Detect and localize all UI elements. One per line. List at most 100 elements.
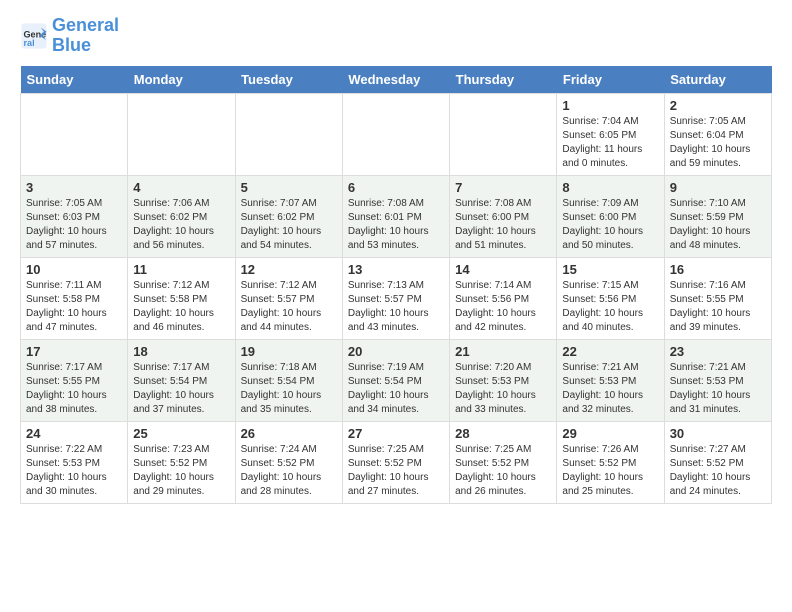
day-info: Sunrise: 7:07 AM Sunset: 6:02 PM Dayligh… [241, 197, 337, 253]
day-number: 28 [455, 426, 551, 441]
day-number: 1 [562, 98, 658, 113]
week-row-1: 1 Sunrise: 7:04 AM Sunset: 6:05 PM Daylig… [21, 93, 772, 175]
day-cell-20: 20 Sunrise: 7:19 AM Sunset: 5:54 PM Dayli… [342, 339, 449, 421]
day-number: 3 [26, 180, 122, 195]
day-info: Sunrise: 7:21 AM Sunset: 5:53 PM Dayligh… [670, 361, 766, 417]
day-cell-10: 10 Sunrise: 7:11 AM Sunset: 5:58 PM Dayli… [21, 257, 128, 339]
weekday-header-row: SundayMondayTuesdayWednesdayThursdayFrid… [21, 66, 772, 94]
day-info: Sunrise: 7:17 AM Sunset: 5:54 PM Dayligh… [133, 361, 229, 417]
logo: Gene ral GeneralBlue [20, 16, 119, 56]
day-info: Sunrise: 7:20 AM Sunset: 5:53 PM Dayligh… [455, 361, 551, 417]
day-number: 21 [455, 344, 551, 359]
logo-text: GeneralBlue [52, 16, 119, 56]
day-number: 9 [670, 180, 766, 195]
weekday-header-thursday: Thursday [450, 66, 557, 94]
day-cell-8: 8 Sunrise: 7:09 AM Sunset: 6:00 PM Daylig… [557, 175, 664, 257]
day-cell-28: 28Sunrise: 7:25 AM Sunset: 5:52 PM Dayli… [450, 421, 557, 503]
page-header: Gene ral GeneralBlue [20, 16, 772, 56]
day-cell-6: 6Sunrise: 7:08 AM Sunset: 6:01 PM Daylig… [342, 175, 449, 257]
day-number: 24 [26, 426, 122, 441]
day-number: 10 [26, 262, 122, 277]
day-info: Sunrise: 7:15 AM Sunset: 5:56 PM Dayligh… [562, 279, 658, 335]
week-row-2: 3 Sunrise: 7:05 AM Sunset: 6:03 PM Daylig… [21, 175, 772, 257]
day-cell-11: 11Sunrise: 7:12 AM Sunset: 5:58 PM Dayli… [128, 257, 235, 339]
day-cell-1: 1 Sunrise: 7:04 AM Sunset: 6:05 PM Daylig… [557, 93, 664, 175]
day-number: 30 [670, 426, 766, 441]
day-number: 23 [670, 344, 766, 359]
day-info: Sunrise: 7:16 AM Sunset: 5:55 PM Dayligh… [670, 279, 766, 335]
day-cell-17: 17 Sunrise: 7:17 AM Sunset: 5:55 PM Dayli… [21, 339, 128, 421]
weekday-header-friday: Friday [557, 66, 664, 94]
logo-icon: Gene ral [20, 22, 48, 50]
day-cell-22: 22 Sunrise: 7:21 AM Sunset: 5:53 PM Dayli… [557, 339, 664, 421]
day-cell-14: 14 Sunrise: 7:14 AM Sunset: 5:56 PM Dayli… [450, 257, 557, 339]
day-info: Sunrise: 7:26 AM Sunset: 5:52 PM Dayligh… [562, 443, 658, 499]
weekday-header-saturday: Saturday [664, 66, 771, 94]
day-info: Sunrise: 7:13 AM Sunset: 5:57 PM Dayligh… [348, 279, 444, 335]
day-cell-empty [128, 93, 235, 175]
day-cell-29: 29 Sunrise: 7:26 AM Sunset: 5:52 PM Dayli… [557, 421, 664, 503]
day-info: Sunrise: 7:04 AM Sunset: 6:05 PM Dayligh… [562, 115, 658, 171]
day-number: 15 [562, 262, 658, 277]
day-cell-24: 24Sunrise: 7:22 AM Sunset: 5:53 PM Dayli… [21, 421, 128, 503]
day-cell-30: 30 Sunrise: 7:27 AM Sunset: 5:52 PM Dayli… [664, 421, 771, 503]
day-number: 12 [241, 262, 337, 277]
day-info: Sunrise: 7:08 AM Sunset: 6:00 PM Dayligh… [455, 197, 551, 253]
day-cell-25: 25 Sunrise: 7:23 AM Sunset: 5:52 PM Dayli… [128, 421, 235, 503]
day-info: Sunrise: 7:10 AM Sunset: 5:59 PM Dayligh… [670, 197, 766, 253]
day-number: 22 [562, 344, 658, 359]
day-info: Sunrise: 7:12 AM Sunset: 5:57 PM Dayligh… [241, 279, 337, 335]
day-cell-27: 27 Sunrise: 7:25 AM Sunset: 5:52 PM Dayli… [342, 421, 449, 503]
day-cell-21: 21 Sunrise: 7:20 AM Sunset: 5:53 PM Dayli… [450, 339, 557, 421]
day-cell-26: 26 Sunrise: 7:24 AM Sunset: 5:52 PM Dayli… [235, 421, 342, 503]
day-info: Sunrise: 7:05 AM Sunset: 6:03 PM Dayligh… [26, 197, 122, 253]
day-number: 7 [455, 180, 551, 195]
day-info: Sunrise: 7:06 AM Sunset: 6:02 PM Dayligh… [133, 197, 229, 253]
day-cell-13: 13 Sunrise: 7:13 AM Sunset: 5:57 PM Dayli… [342, 257, 449, 339]
day-number: 16 [670, 262, 766, 277]
day-number: 19 [241, 344, 337, 359]
day-info: Sunrise: 7:23 AM Sunset: 5:52 PM Dayligh… [133, 443, 229, 499]
week-row-3: 10 Sunrise: 7:11 AM Sunset: 5:58 PM Dayli… [21, 257, 772, 339]
day-cell-7: 7 Sunrise: 7:08 AM Sunset: 6:00 PM Daylig… [450, 175, 557, 257]
day-cell-3: 3 Sunrise: 7:05 AM Sunset: 6:03 PM Daylig… [21, 175, 128, 257]
day-info: Sunrise: 7:14 AM Sunset: 5:56 PM Dayligh… [455, 279, 551, 335]
day-number: 29 [562, 426, 658, 441]
weekday-header-sunday: Sunday [21, 66, 128, 94]
day-info: Sunrise: 7:11 AM Sunset: 5:58 PM Dayligh… [26, 279, 122, 335]
day-cell-5: 5 Sunrise: 7:07 AM Sunset: 6:02 PM Daylig… [235, 175, 342, 257]
day-number: 17 [26, 344, 122, 359]
day-cell-18: 18Sunrise: 7:17 AM Sunset: 5:54 PM Dayli… [128, 339, 235, 421]
day-cell-15: 15 Sunrise: 7:15 AM Sunset: 5:56 PM Dayli… [557, 257, 664, 339]
day-number: 5 [241, 180, 337, 195]
day-number: 4 [133, 180, 229, 195]
day-cell-2: 2 Sunrise: 7:05 AM Sunset: 6:04 PM Daylig… [664, 93, 771, 175]
day-cell-19: 19Sunrise: 7:18 AM Sunset: 5:54 PM Dayli… [235, 339, 342, 421]
day-number: 14 [455, 262, 551, 277]
day-info: Sunrise: 7:19 AM Sunset: 5:54 PM Dayligh… [348, 361, 444, 417]
day-info: Sunrise: 7:09 AM Sunset: 6:00 PM Dayligh… [562, 197, 658, 253]
day-info: Sunrise: 7:21 AM Sunset: 5:53 PM Dayligh… [562, 361, 658, 417]
day-number: 8 [562, 180, 658, 195]
day-number: 25 [133, 426, 229, 441]
day-number: 13 [348, 262, 444, 277]
svg-text:ral: ral [24, 38, 35, 48]
day-info: Sunrise: 7:25 AM Sunset: 5:52 PM Dayligh… [348, 443, 444, 499]
day-info: Sunrise: 7:27 AM Sunset: 5:52 PM Dayligh… [670, 443, 766, 499]
day-cell-23: 23 Sunrise: 7:21 AM Sunset: 5:53 PM Dayli… [664, 339, 771, 421]
day-info: Sunrise: 7:05 AM Sunset: 6:04 PM Dayligh… [670, 115, 766, 171]
day-info: Sunrise: 7:17 AM Sunset: 5:55 PM Dayligh… [26, 361, 122, 417]
day-number: 27 [348, 426, 444, 441]
day-cell-12: 12 Sunrise: 7:12 AM Sunset: 5:57 PM Dayli… [235, 257, 342, 339]
day-number: 6 [348, 180, 444, 195]
day-number: 20 [348, 344, 444, 359]
week-row-4: 17 Sunrise: 7:17 AM Sunset: 5:55 PM Dayli… [21, 339, 772, 421]
day-cell-empty [21, 93, 128, 175]
weekday-header-monday: Monday [128, 66, 235, 94]
day-number: 2 [670, 98, 766, 113]
day-cell-empty [235, 93, 342, 175]
day-number: 26 [241, 426, 337, 441]
day-info: Sunrise: 7:24 AM Sunset: 5:52 PM Dayligh… [241, 443, 337, 499]
calendar-table: SundayMondayTuesdayWednesdayThursdayFrid… [20, 66, 772, 504]
week-row-5: 24Sunrise: 7:22 AM Sunset: 5:53 PM Dayli… [21, 421, 772, 503]
